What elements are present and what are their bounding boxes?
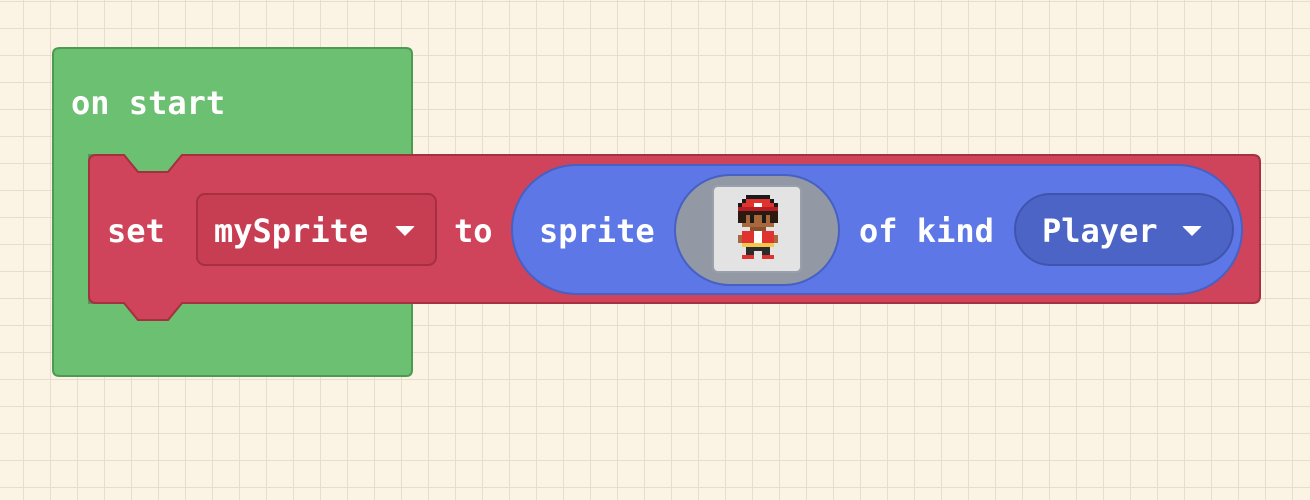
on-start-label: on start [71, 84, 226, 122]
sprite-label: sprite [539, 212, 655, 250]
to-label: to [454, 212, 493, 250]
kind-value[interactable]: Player [1042, 215, 1158, 247]
block-shapes [52, 47, 1261, 377]
chevron-down-icon[interactable] [395, 226, 415, 236]
chevron-down-icon[interactable] [1182, 226, 1202, 236]
set-label: set [107, 212, 165, 250]
sprite-image-thumbnail[interactable] [712, 185, 802, 273]
player-character-icon [738, 195, 778, 259]
variable-name[interactable]: mySprite [214, 215, 368, 247]
of-kind-label: of kind [859, 212, 994, 250]
